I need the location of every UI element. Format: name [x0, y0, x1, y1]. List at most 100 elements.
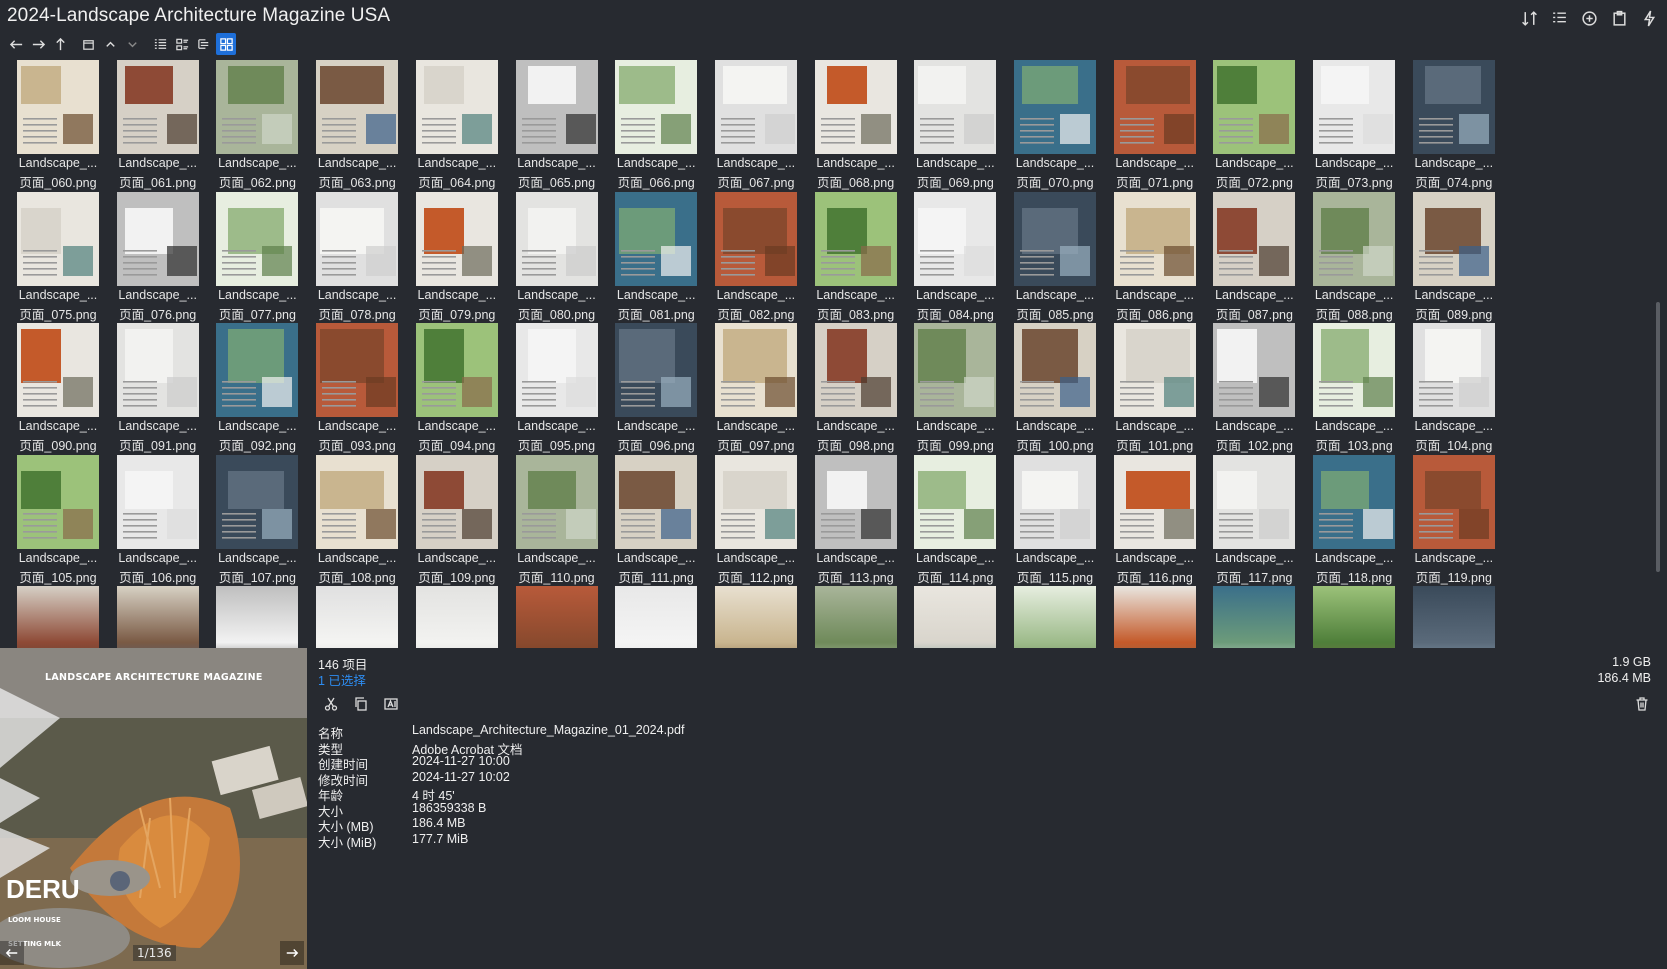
thumbnail-item[interactable]: Landscape_... 页面_060.png [8, 58, 108, 192]
list-view-icon[interactable] [150, 33, 170, 55]
thumbnail-item[interactable]: Landscape_... 页面_112.png [706, 453, 806, 587]
thumbnail-item[interactable]: Landscape_... 页面_117.png [1204, 453, 1304, 587]
thumbnail-item[interactable]: Landscape_... 页面_104.png [1404, 321, 1504, 455]
thumbnail-item[interactable]: Landscape_... 页面_063.png [307, 58, 407, 192]
thumbnail-item[interactable]: Landscape_... 页面_100.png [1005, 321, 1105, 455]
thumbnail-item[interactable]: Landscape_... 页面_113.png [806, 453, 906, 587]
arrow-up-icon[interactable] [50, 33, 70, 55]
thumbnail-item[interactable] [606, 584, 706, 648]
thumbnail-item[interactable]: Landscape_... 页面_075.png [8, 190, 108, 324]
thumbnail-item[interactable]: Landscape_... 页面_116.png [1105, 453, 1205, 587]
thumbnail-item[interactable]: Landscape_... 页面_082.png [706, 190, 806, 324]
thumbnail-item[interactable] [507, 584, 607, 648]
thumbnail-item[interactable] [806, 584, 906, 648]
thumbnail-item[interactable]: Landscape_... 页面_115.png [1005, 453, 1105, 587]
chevron-down-icon[interactable] [122, 33, 142, 55]
thumbnail-item[interactable]: Landscape_... 页面_099.png [905, 321, 1005, 455]
cut-icon[interactable] [320, 693, 342, 715]
thumbnail-item[interactable] [307, 584, 407, 648]
scrollbar-thumb[interactable] [1656, 302, 1660, 572]
thumbnail-item[interactable]: Landscape_... 页面_074.png [1404, 58, 1504, 192]
clipboard-icon[interactable] [1609, 8, 1629, 28]
thumbnail-image [914, 60, 997, 154]
thumbnail-item[interactable]: Landscape_... 页面_105.png [8, 453, 108, 587]
thumbnail-item[interactable] [207, 584, 307, 648]
thumbnail-item[interactable]: Landscape_... 页面_073.png [1304, 58, 1404, 192]
thumbnail-item[interactable]: Landscape_... 页面_101.png [1105, 321, 1205, 455]
thumbnail-item[interactable]: Landscape_... 页面_064.png [407, 58, 507, 192]
delete-icon[interactable] [1631, 693, 1653, 715]
preview-prev-button[interactable] [0, 941, 24, 965]
thumbnail-item[interactable]: Landscape_... 页面_097.png [706, 321, 806, 455]
thumbnail-item[interactable]: Landscape_... 页面_066.png [606, 58, 706, 192]
vertical-scrollbar[interactable] [1652, 52, 1664, 642]
thumbnail-item[interactable] [407, 584, 507, 648]
preview-next-button[interactable] [280, 941, 304, 965]
thumbnail-item[interactable]: Landscape_... 页面_083.png [806, 190, 906, 324]
thumbnail-item[interactable]: Landscape_... 页面_093.png [307, 321, 407, 455]
thumbnail-item[interactable]: Landscape_... 页面_118.png [1304, 453, 1404, 587]
thumbnail-item[interactable]: Landscape_... 页面_119.png [1404, 453, 1504, 587]
thumbnail-item[interactable]: Landscape_... 页面_106.png [108, 453, 208, 587]
thumbnail-item[interactable]: Landscape_... 页面_071.png [1105, 58, 1205, 192]
thumbnail-item[interactable] [8, 584, 108, 648]
grid-view-icon[interactable] [216, 33, 236, 55]
chevron-up-icon[interactable] [100, 33, 120, 55]
thumbnail-item[interactable]: Landscape_... 页面_092.png [207, 321, 307, 455]
thumbnail-item[interactable] [1304, 584, 1404, 648]
thumbnail-item[interactable]: Landscape_... 页面_087.png [1204, 190, 1304, 324]
thumbnail-item[interactable]: Landscape_... 页面_110.png [507, 453, 607, 587]
list-icon[interactable] [1549, 8, 1569, 28]
thumbnail-item[interactable] [108, 584, 208, 648]
thumbnail-item[interactable]: Landscape_... 页面_095.png [507, 321, 607, 455]
thumbnail-item[interactable]: Landscape_... 页面_089.png [1404, 190, 1504, 324]
thumbnail-item[interactable]: Landscape_... 页面_088.png [1304, 190, 1404, 324]
sort-icon[interactable] [1519, 8, 1539, 28]
thumbnail-item[interactable] [1005, 584, 1105, 648]
thumbnail-item[interactable]: Landscape_... 页面_077.png [207, 190, 307, 324]
thumbnail-item[interactable]: Landscape_... 页面_091.png [108, 321, 208, 455]
thumbnail-item[interactable]: Landscape_... 页面_085.png [1005, 190, 1105, 324]
thumbnail-item[interactable] [1404, 584, 1504, 648]
copy-icon[interactable] [350, 693, 372, 715]
thumbnail-item[interactable]: Landscape_... 页面_068.png [806, 58, 906, 192]
thumbnail-item[interactable]: Landscape_... 页面_114.png [905, 453, 1005, 587]
flash-icon[interactable] [1639, 8, 1659, 28]
details-view-icon[interactable] [172, 33, 192, 55]
thumbnail-item[interactable]: Landscape_... 页面_070.png [1005, 58, 1105, 192]
thumbnail-item[interactable]: Landscape_... 页面_065.png [507, 58, 607, 192]
thumbnail-item[interactable]: Landscape_... 页面_072.png [1204, 58, 1304, 192]
thumbnail-item[interactable]: Landscape_... 页面_102.png [1204, 321, 1304, 455]
thumbnail-item[interactable]: Landscape_... 页面_111.png [606, 453, 706, 587]
thumbnail-item[interactable]: Landscape_... 页面_061.png [108, 58, 208, 192]
thumbnail-item[interactable]: Landscape_... 页面_108.png [307, 453, 407, 587]
thumbnail-item[interactable]: Landscape_... 页面_098.png [806, 321, 906, 455]
thumbnail-item[interactable] [905, 584, 1005, 648]
thumbnail-item[interactable]: Landscape_... 页面_069.png [905, 58, 1005, 192]
thumbnail-item[interactable]: Landscape_... 页面_086.png [1105, 190, 1205, 324]
arrow-left-icon[interactable] [6, 33, 26, 55]
arrow-right-icon[interactable] [28, 33, 48, 55]
thumbnail-item[interactable]: Landscape_... 页面_080.png [507, 190, 607, 324]
tree-view-icon[interactable] [194, 33, 214, 55]
rename-icon[interactable] [380, 693, 402, 715]
thumbnail-item[interactable]: Landscape_... 页面_103.png [1304, 321, 1404, 455]
add-circle-icon[interactable] [1579, 8, 1599, 28]
window-icon[interactable] [78, 33, 98, 55]
thumbnail-image [914, 586, 997, 648]
thumbnail-item[interactable]: Landscape_... 页面_094.png [407, 321, 507, 455]
thumbnail-item[interactable]: Landscape_... 页面_107.png [207, 453, 307, 587]
thumbnail-item[interactable] [706, 584, 806, 648]
thumbnail-item[interactable]: Landscape_... 页面_090.png [8, 321, 108, 455]
thumbnail-item[interactable]: Landscape_... 页面_079.png [407, 190, 507, 324]
thumbnail-item[interactable]: Landscape_... 页面_062.png [207, 58, 307, 192]
thumbnail-item[interactable]: Landscape_... 页面_067.png [706, 58, 806, 192]
thumbnail-item[interactable]: Landscape_... 页面_096.png [606, 321, 706, 455]
thumbnail-item[interactable]: Landscape_... 页面_084.png [905, 190, 1005, 324]
thumbnail-item[interactable] [1204, 584, 1304, 648]
thumbnail-item[interactable] [1105, 584, 1205, 648]
thumbnail-item[interactable]: Landscape_... 页面_081.png [606, 190, 706, 324]
thumbnail-item[interactable]: Landscape_... 页面_078.png [307, 190, 407, 324]
thumbnail-item[interactable]: Landscape_... 页面_109.png [407, 453, 507, 587]
thumbnail-item[interactable]: Landscape_... 页面_076.png [108, 190, 208, 324]
